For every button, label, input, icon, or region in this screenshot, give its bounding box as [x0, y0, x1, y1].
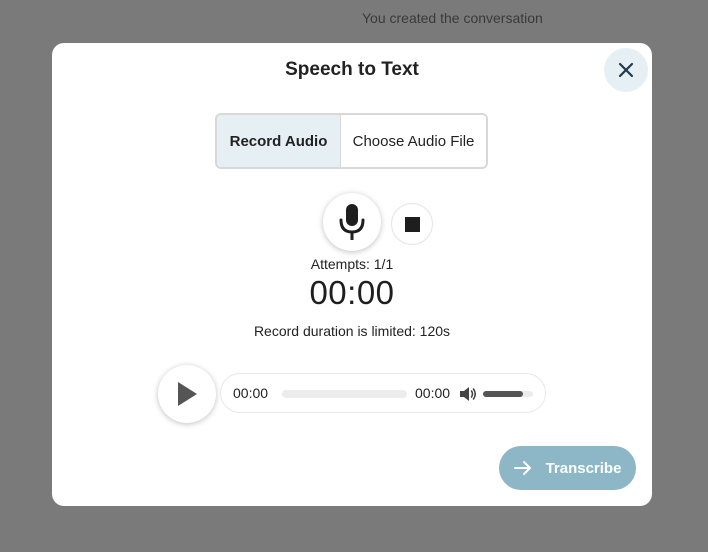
playback-progress-bar[interactable]: [282, 390, 407, 398]
tab-choose-audio-file[interactable]: Choose Audio File: [340, 115, 486, 167]
audio-player: 00:00 00:00: [220, 373, 546, 413]
tab-record-audio[interactable]: Record Audio: [217, 115, 340, 167]
close-icon: [618, 62, 634, 78]
volume-slider[interactable]: [483, 391, 533, 397]
audio-source-tabs: Record Audio Choose Audio File: [215, 113, 488, 169]
backdrop-conversation-text: You created the conversation: [362, 10, 543, 26]
transcribe-label: Transcribe: [545, 459, 622, 477]
dialog-title: Speech to Text: [285, 59, 419, 80]
duration-limit-note: Record duration is limited: 120s: [253, 323, 451, 339]
play-icon: [178, 382, 197, 406]
record-button[interactable]: [323, 193, 381, 251]
volume-level-fill: [483, 391, 523, 397]
speech-to-text-dialog: Speech to Text Record Audio Choose Audio…: [52, 43, 652, 506]
volume-icon[interactable]: [458, 384, 478, 404]
current-time: 00:00: [233, 385, 269, 401]
stop-button[interactable]: [391, 203, 433, 245]
attempts-counter: Attempts: 1/1: [310, 256, 394, 272]
play-button[interactable]: [158, 365, 216, 423]
arrow-right-icon: [513, 461, 531, 475]
stop-icon: [404, 216, 420, 232]
duration-time: 00:00: [415, 385, 451, 401]
transcribe-button[interactable]: Transcribe: [499, 446, 636, 490]
microphone-icon: [339, 204, 365, 240]
close-button[interactable]: [604, 48, 648, 92]
recording-timer: 00:00: [309, 274, 395, 311]
